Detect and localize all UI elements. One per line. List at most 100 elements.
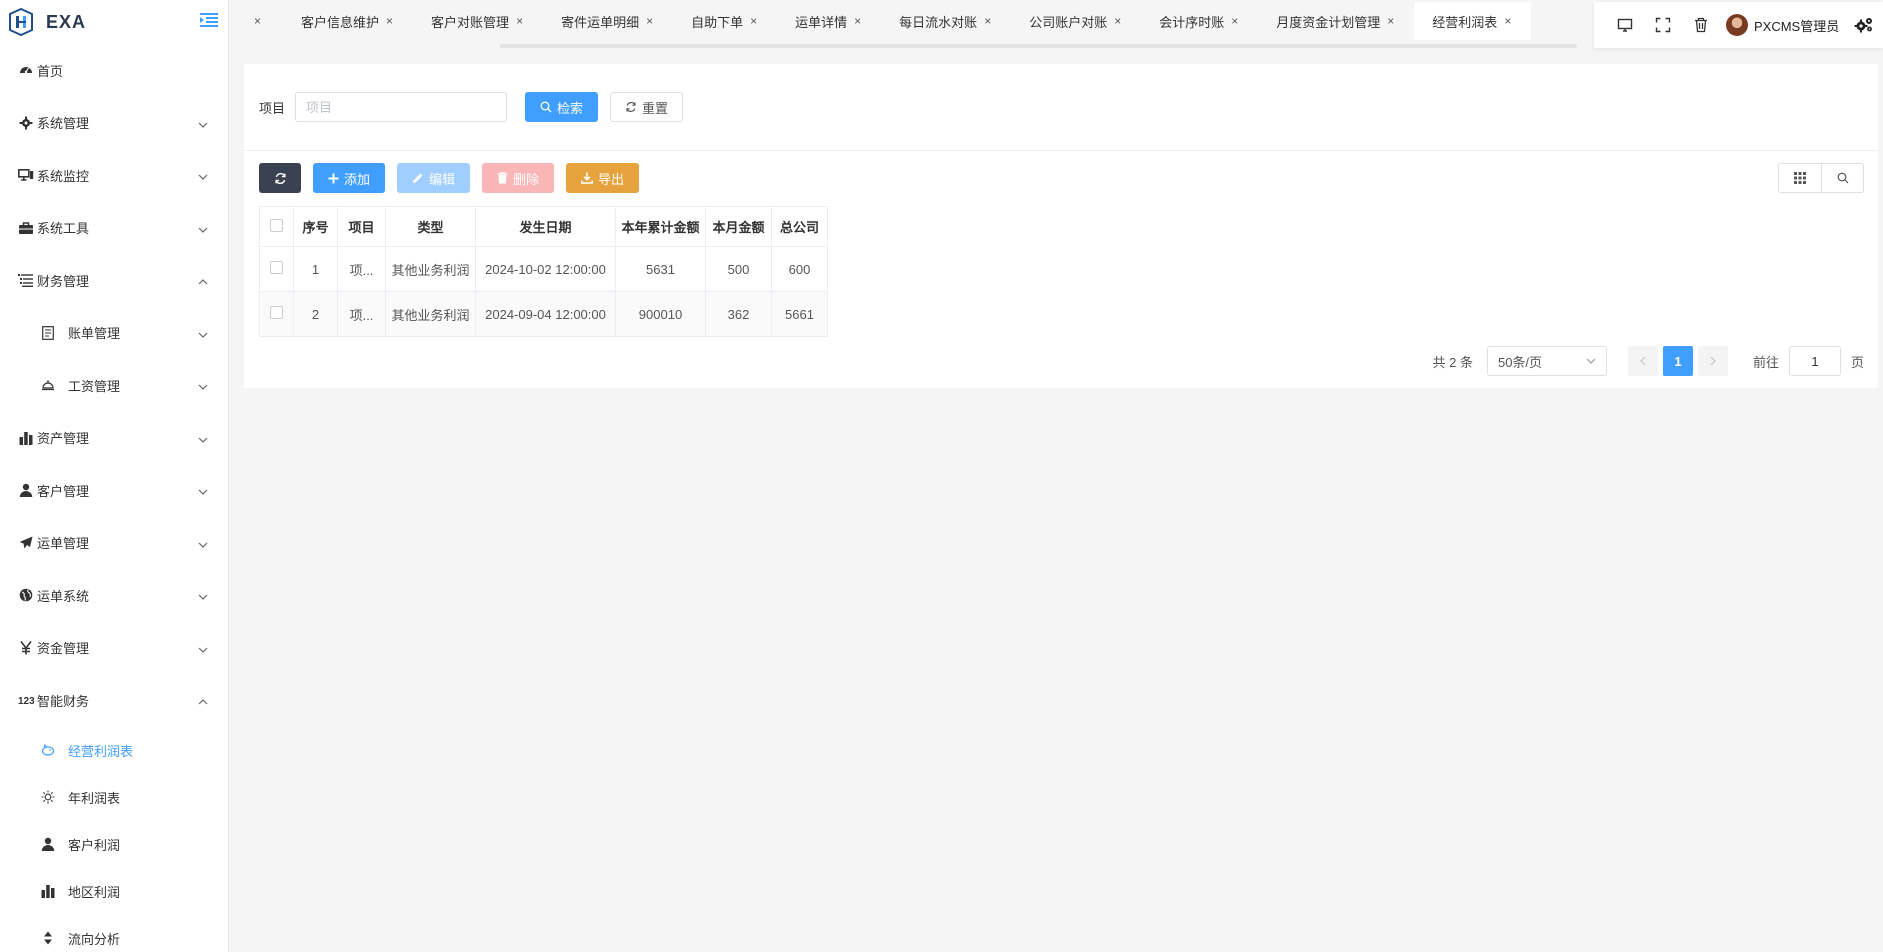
top-toolbar: PXCMS管理员	[1594, 2, 1883, 48]
row-checkbox[interactable]	[270, 306, 283, 319]
pencil-icon	[412, 172, 424, 184]
close-icon[interactable]: ×	[386, 14, 393, 28]
search-button[interactable]: 检索	[525, 92, 599, 122]
reset-button[interactable]: 重置	[610, 92, 684, 122]
next-page-button[interactable]	[1697, 346, 1728, 376]
user-icon	[40, 836, 56, 852]
add-button-label: 添加	[344, 171, 371, 187]
sidebar-item-6[interactable]: 工资管理	[0, 359, 228, 412]
sidebar-item-8[interactable]: 客户管理	[0, 464, 228, 517]
sidebar-item-4[interactable]: 财务管理	[0, 254, 228, 307]
column-header: 序号	[293, 206, 338, 247]
logo[interactable]: EXA	[0, 0, 228, 44]
sidebar-item-1[interactable]: 系统管理	[0, 97, 228, 150]
sidebar-item-2[interactable]: 系统监控	[0, 149, 228, 202]
add-button[interactable]: 添加	[313, 163, 386, 193]
brand-name: EXA	[46, 11, 87, 32]
sidebar-item-17[interactable]: 流向分析	[0, 915, 228, 952]
collapse-menu-icon[interactable]	[200, 12, 218, 28]
close-icon[interactable]: ×	[1114, 14, 1121, 28]
sidebar-item-11[interactable]: 资金管理	[0, 622, 228, 675]
tab-scrollbar[interactable]	[500, 44, 1577, 48]
export-button[interactable]: 导出	[566, 163, 640, 193]
table-cell: 项...	[337, 246, 386, 292]
close-icon[interactable]: ×	[1387, 14, 1394, 28]
svg-text:123: 123	[18, 696, 34, 706]
refresh-button[interactable]	[259, 163, 301, 193]
column-header: 项目	[337, 206, 386, 247]
search-toggle-icon[interactable]	[1821, 164, 1863, 192]
tab-8[interactable]: 会计序时账 ×	[1141, 2, 1258, 40]
tab-label: 公司账户对账	[1029, 14, 1108, 30]
export-button-label: 导出	[598, 171, 625, 187]
table-cell: 其他业务利润	[385, 291, 476, 337]
edit-button[interactable]: 编辑	[397, 163, 471, 193]
sidebar-item-7[interactable]: 资产管理	[0, 412, 228, 465]
fullscreen-icon[interactable]	[1644, 2, 1682, 48]
tab-0[interactable]: ×	[229, 2, 283, 40]
close-icon[interactable]: ×	[984, 14, 991, 28]
row-checkbox[interactable]	[270, 261, 283, 274]
tab-6[interactable]: 每日流水对账 ×	[881, 2, 1011, 40]
column-header: 总公司	[771, 206, 828, 247]
paper-plane-icon	[18, 535, 34, 551]
sidebar-item-10[interactable]: 运单系统	[0, 569, 228, 622]
profit-table: 序号 项目 类型 发生日期 本年累计金额 本月金额 总公司 1 项... 其他业务利润 2024-…	[259, 206, 828, 337]
sidebar-item-14[interactable]: 年利润表	[0, 774, 228, 821]
gear-icon	[18, 115, 34, 131]
sidebar-item-label: 客户利润	[68, 837, 121, 853]
sidebar-item-label: 经营利润表	[68, 743, 134, 759]
gears-icon[interactable]	[1853, 14, 1875, 36]
sidebar-item-5[interactable]: 账单管理	[0, 307, 228, 360]
sidebar-item-0[interactable]: 首页	[0, 44, 228, 97]
chevron-down-icon	[198, 170, 208, 181]
column-header: 发生日期	[475, 206, 616, 247]
document-icon	[40, 325, 56, 341]
prev-page-button[interactable]	[1627, 346, 1658, 376]
tab-1[interactable]: 客户信息维护 ×	[283, 2, 413, 40]
tab-label: 客户信息维护	[301, 14, 380, 30]
sidebar-item-13[interactable]: 经营利润表	[0, 727, 228, 774]
project-search-input[interactable]	[295, 92, 508, 122]
tab-3[interactable]: 寄件运单明细 ×	[543, 2, 673, 40]
sidebar-item-16[interactable]: 地区利润	[0, 868, 228, 915]
table-row[interactable]: 2 项... 其他业务利润 2024-09-04 12:00:00 900010 362 5…	[259, 291, 828, 337]
goto-page-input[interactable]	[1788, 346, 1841, 376]
user-name[interactable]: PXCMS管理员	[1754, 16, 1839, 35]
avatar[interactable]	[1726, 14, 1748, 36]
sidebar-item-15[interactable]: 客户利润	[0, 821, 228, 868]
sidebar-item-9[interactable]: 运单管理	[0, 517, 228, 570]
tab-5[interactable]: 运单详情 ×	[777, 2, 881, 40]
tab-2[interactable]: 客户对账管理 ×	[413, 2, 543, 40]
select-all-checkbox[interactable]	[270, 218, 283, 232]
tab-7[interactable]: 公司账户对账 ×	[1011, 2, 1141, 40]
close-icon[interactable]: ×	[254, 14, 261, 28]
close-icon[interactable]: ×	[646, 14, 653, 28]
close-icon[interactable]: ×	[1231, 14, 1238, 28]
row-select-cell	[259, 246, 294, 292]
tab-10[interactable]: 经营利润表 ×	[1414, 2, 1532, 40]
tab-4[interactable]: 自助下单 ×	[673, 2, 777, 40]
page-size-select[interactable]: 50条/页	[1486, 346, 1607, 376]
screen-icon[interactable]	[1606, 2, 1644, 48]
sidebar-item-12[interactable]: 123 智能财务	[0, 674, 228, 727]
plus-icon	[328, 173, 339, 184]
chevron-up-icon	[198, 695, 208, 705]
goto-label: 前往	[1752, 354, 1779, 370]
sidebar-item-label: 年利润表	[68, 790, 121, 806]
close-icon[interactable]: ×	[1504, 14, 1511, 28]
table-row[interactable]: 1 项... 其他业务利润 2024-10-02 12:00:00 5631 500 600	[259, 246, 828, 292]
close-icon[interactable]: ×	[516, 14, 523, 28]
close-icon[interactable]: ×	[854, 14, 861, 28]
close-icon[interactable]: ×	[750, 14, 757, 28]
sidebar-item-3[interactable]: 系统工具	[0, 202, 228, 255]
tab-9[interactable]: 月度资金计划管理 ×	[1258, 2, 1414, 40]
table-cell: 2024-09-04 12:00:00	[475, 291, 616, 337]
tab-label: 运单详情	[795, 14, 848, 30]
columns-grid-icon[interactable]	[1779, 164, 1821, 192]
trash-icon[interactable]	[1682, 2, 1720, 48]
page-number-current[interactable]: 1	[1662, 346, 1693, 376]
delete-button[interactable]: 删除	[482, 163, 555, 193]
table-toolbar: 添加 编辑 删除 导出	[259, 163, 651, 193]
bar-chart-icon	[18, 430, 34, 446]
